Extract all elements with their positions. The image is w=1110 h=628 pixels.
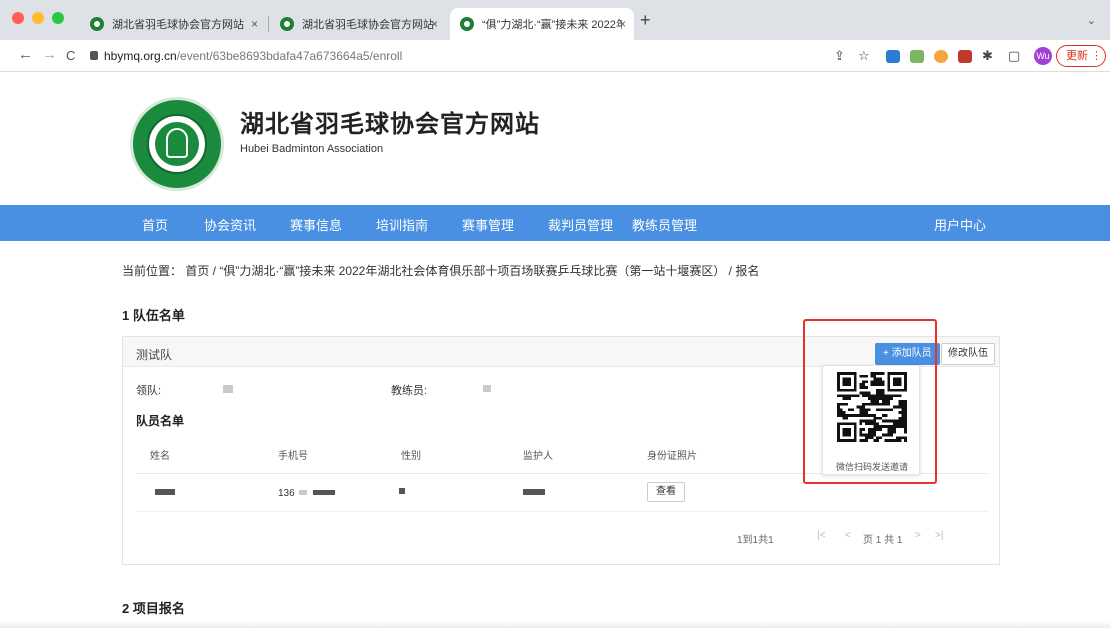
reload-button[interactable]: C — [66, 48, 75, 63]
column-header-name: 姓名 — [150, 451, 170, 462]
member-name-redacted — [155, 489, 175, 495]
update-button[interactable]: 更新 ⋮ — [1056, 45, 1106, 67]
column-header-phone: 手机号 — [278, 451, 308, 462]
column-header-guardian: 监护人 — [523, 451, 553, 462]
last-page-icon[interactable]: >| — [935, 530, 943, 541]
section-event-registration-title: 2 项目报名 — [122, 601, 185, 616]
section-team-list-title: 1 队伍名单 — [122, 308, 185, 323]
leader-label: 领队: — [136, 385, 162, 397]
minimize-window-button[interactable] — [32, 12, 44, 24]
lock-icon[interactable] — [90, 51, 98, 60]
browser-tab-3-active[interactable]: “俱”力湖北·“赢”接未来 2022年 × — [450, 8, 634, 40]
nav-item-user-center[interactable]: 用户中心 — [934, 215, 986, 234]
browser-tab-1[interactable]: 湖北省羽毛球协会官方网站 × — [80, 8, 266, 40]
nav-item-events[interactable]: 赛事信息 — [290, 215, 342, 234]
extension-icon[interactable] — [910, 50, 924, 63]
extension-icon[interactable] — [886, 50, 900, 63]
back-button[interactable]: ← — [18, 46, 33, 63]
prev-page-icon[interactable]: < — [845, 530, 851, 541]
leader-value-redacted — [223, 385, 233, 393]
close-window-button[interactable] — [12, 12, 24, 24]
extensions-puzzle-icon[interactable]: ✱ — [982, 49, 993, 63]
profile-avatar[interactable]: Wu — [1034, 47, 1052, 65]
site-title: 湖北省羽毛球协会官方网站 — [240, 111, 540, 138]
member-phone-redacted — [313, 490, 335, 495]
tab-divider — [268, 16, 269, 32]
team-name: 测试队 — [136, 348, 173, 362]
tab-title: 湖北省羽毛球协会官方网站 — [302, 19, 434, 31]
site-subtitle: Hubei Badminton Association — [240, 143, 384, 155]
tab-title: 湖北省羽毛球协会官方网站 — [112, 19, 244, 31]
first-page-icon[interactable]: |< — [817, 530, 825, 541]
member-gender-redacted — [399, 488, 405, 494]
browser-tab-bar: 湖北省羽毛球协会官方网站 × 湖北省羽毛球协会官方网站 × “俱”力湖北·“赢”… — [0, 0, 1110, 40]
coach-value-redacted — [483, 385, 491, 392]
page-bottom-edge — [0, 620, 1110, 628]
coach-label: 教练员: — [391, 385, 428, 397]
site-favicon-icon — [460, 17, 474, 31]
close-tab-icon[interactable]: × — [251, 17, 258, 31]
sidebar-icon[interactable]: ▢ — [1008, 49, 1020, 63]
nav-item-coach-management[interactable]: 教练员管理 — [632, 215, 697, 234]
column-header-id-photo: 身份证照片 — [647, 451, 697, 462]
next-page-icon[interactable]: > — [915, 530, 921, 541]
annotation-highlight-box — [803, 319, 937, 484]
pagination-summary: 1到1共1 — [737, 535, 774, 546]
browser-toolbar: ← → C hbymq.org.cn/event/63be8693bdafa47… — [0, 40, 1110, 72]
close-tab-icon[interactable]: × — [431, 17, 438, 31]
shuttlecock-icon — [166, 128, 188, 158]
nav-item-referee-management[interactable]: 裁判员管理 — [548, 215, 613, 234]
address-bar[interactable]: hbymq.org.cn/event/63be8693bdafa47a67366… — [104, 49, 402, 63]
tab-title: “俱”力湖北·“赢”接未来 2022年 — [482, 19, 622, 31]
url-path: /event/63be8693bdafa47a673664a5/enroll — [176, 49, 403, 63]
member-guardian-redacted — [523, 489, 545, 495]
forward-button[interactable]: → — [42, 46, 57, 63]
member-phone-prefix: 136 — [278, 488, 295, 499]
main-nav: 首页 协会资讯 赛事信息 培训指南 赛事管理 裁判员管理 教练员管理 用户中心 — [0, 205, 1110, 241]
new-tab-button[interactable]: + — [640, 11, 651, 29]
extension-icon[interactable] — [958, 50, 972, 63]
column-header-gender: 性别 — [401, 451, 421, 462]
close-tab-icon[interactable]: × — [619, 17, 626, 31]
view-id-photo-button[interactable]: 查看 — [647, 482, 685, 502]
extension-icon[interactable] — [934, 50, 948, 63]
url-host: hbymq.org.cn — [104, 49, 177, 63]
table-divider — [136, 511, 988, 512]
breadcrumb: 当前位置： 首页 / “俱”力湖北·“赢”接未来 2022年湖北社会体育俱乐部十… — [122, 264, 760, 278]
roster-title: 队员名单 — [136, 414, 185, 428]
nav-item-training[interactable]: 培训指南 — [376, 215, 428, 234]
nav-item-event-management[interactable]: 赛事管理 — [462, 215, 514, 234]
browser-tab-2[interactable]: 湖北省羽毛球协会官方网站 × — [270, 8, 446, 40]
association-logo[interactable] — [130, 97, 224, 191]
share-icon[interactable]: ⇪ — [834, 49, 845, 63]
edit-team-button[interactable]: 修改队伍 — [941, 343, 995, 365]
tab-search-icon[interactable]: ⌄ — [1087, 14, 1096, 27]
site-favicon-icon — [90, 17, 104, 31]
nav-item-news[interactable]: 协会资讯 — [204, 215, 256, 234]
member-phone-redacted — [299, 490, 307, 495]
star-icon[interactable]: ☆ — [858, 49, 870, 63]
pagination-page-text: 页 1 共 1 — [863, 535, 903, 546]
nav-item-home[interactable]: 首页 — [142, 215, 168, 234]
zoom-window-button[interactable] — [52, 12, 64, 24]
site-favicon-icon — [280, 17, 294, 31]
